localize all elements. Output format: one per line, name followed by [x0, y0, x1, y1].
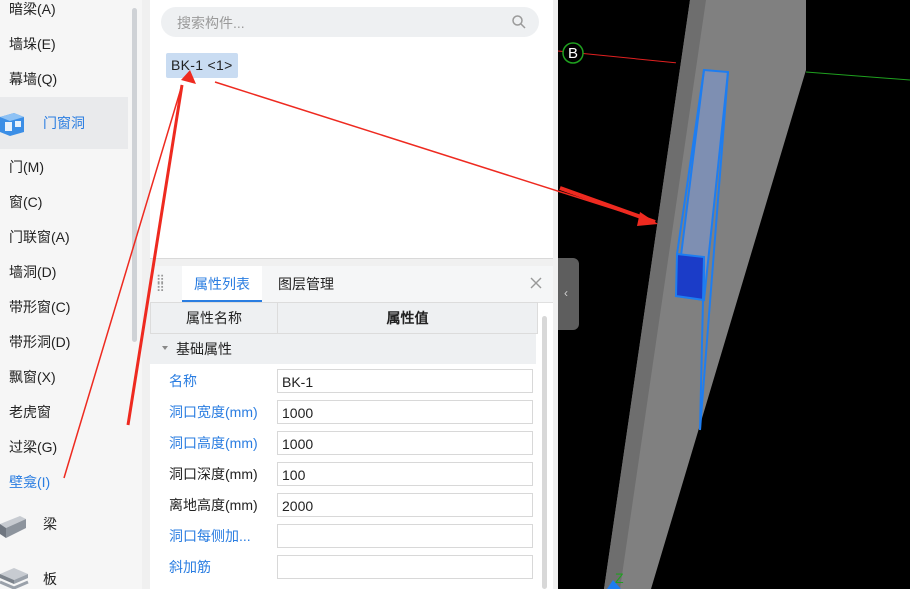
beam-icon [0, 510, 32, 540]
table-row: 洞口宽度(mm) 1000 [150, 397, 536, 428]
collapse-triangle-icon[interactable] [162, 346, 168, 350]
slab-icon [0, 562, 32, 589]
axis-marker-label: B [568, 45, 578, 62]
3d-viewport[interactable]: B Z [558, 0, 910, 589]
search-box[interactable] [161, 7, 539, 37]
tree-item-strip-window[interactable]: 带形窗(C) [9, 297, 70, 317]
table-row: 洞口高度(mm) 1000 [150, 428, 536, 459]
collapse-panel-button[interactable]: ‹ [558, 258, 579, 330]
component-tree-sidebar: 暗梁(A) 墙垛(E) 幕墙(Q) 门窗洞 门(M) 窗(C) 门联窗(A) 墙… [0, 0, 142, 589]
tree-group-slab[interactable]: 板 [0, 552, 128, 589]
property-value-field[interactable]: 1000 [277, 400, 533, 424]
tree-item-lintel[interactable]: 过梁(G) [9, 437, 57, 457]
property-value-field[interactable]: 100 [277, 462, 533, 486]
property-name: 名称 [169, 373, 197, 389]
property-name: 洞口宽度(mm) [169, 404, 258, 420]
property-value-field[interactable]: 1000 [277, 431, 533, 455]
property-value-field[interactable] [277, 524, 533, 548]
sidebar-scrollbar[interactable] [132, 8, 137, 342]
tree-group-label: 门窗洞 [43, 115, 85, 131]
property-name: 洞口深度(mm) [169, 466, 258, 482]
search-input[interactable] [175, 13, 499, 33]
drag-handle-icon[interactable]: ⠿ ⠿ [156, 274, 166, 294]
tree-item-hidden-beam[interactable]: 暗梁(A) [9, 0, 56, 19]
z-axis-label: Z [615, 570, 624, 586]
niche-bottom-face [674, 252, 705, 302]
tree-item-wall-hole[interactable]: 墙洞(D) [9, 262, 56, 282]
tree-group-label: 梁 [43, 516, 57, 532]
properties-header: ⠿ ⠿ 属性列表 图层管理 [150, 266, 553, 303]
search-icon[interactable] [511, 14, 527, 30]
tree-item-curtain-wall[interactable]: 幕墙(Q) [9, 69, 57, 89]
properties-panel: ⠿ ⠿ 属性列表 图层管理 属性名称 属性值 基础属性 名称 BK-1 洞口宽度… [150, 266, 553, 589]
column-header-value: 属性值 [386, 310, 429, 326]
tree-item-strip-hole[interactable]: 带形洞(D) [9, 332, 70, 352]
properties-scrollbar[interactable] [542, 316, 547, 589]
tree-group-label: 板 [43, 571, 57, 587]
table-header: 属性名称 属性值 [150, 302, 538, 334]
tree-item-dormer-window[interactable]: 老虎窗 [9, 402, 51, 422]
table-row: 洞口深度(mm) 100 [150, 459, 536, 490]
tree-item-wall-pier[interactable]: 墙垛(E) [9, 34, 56, 54]
table-row: 名称 BK-1 [150, 366, 536, 397]
close-icon[interactable] [529, 276, 543, 290]
tree-item-niche[interactable]: 壁龛(I) [9, 472, 50, 492]
property-name: 洞口高度(mm) [169, 435, 258, 451]
component-list-panel: BK-1 <1> [150, 0, 553, 259]
tree-group-door-window-opening[interactable]: 门窗洞 [0, 97, 128, 149]
column-header-name: 属性名称 [151, 303, 278, 333]
property-group-label: 基础属性 [176, 341, 232, 357]
property-name: 斜加筋 [169, 559, 211, 575]
property-value-field[interactable] [277, 555, 533, 579]
table-row: 离地高度(mm) 2000 [150, 490, 536, 521]
tree-item-door[interactable]: 门(M) [9, 157, 44, 177]
tree-item-bay-window[interactable]: 飘窗(X) [9, 367, 56, 387]
table-row: 洞口每侧加... [150, 521, 536, 552]
3d-scene: B Z [558, 0, 910, 589]
table-row: 斜加筋 [150, 552, 536, 583]
property-value-field[interactable]: BK-1 [277, 369, 533, 393]
component-panel: BK-1 <1> ⠿⠿ 属性列表 图层管理 属性名称 属性值 基础属性 [142, 0, 558, 589]
property-group-basic[interactable]: 基础属性 [150, 334, 536, 364]
property-name: 离地高度(mm) [169, 497, 258, 513]
tab-layer-management[interactable]: 图层管理 [278, 266, 334, 302]
chevron-left-icon: ‹ [564, 286, 568, 300]
tree-item-door-window[interactable]: 门联窗(A) [9, 227, 70, 247]
door-window-opening-icon [0, 108, 32, 138]
property-name: 洞口每侧加... [169, 528, 251, 544]
green-axis-line [805, 71, 910, 81]
tab-property-list[interactable]: 属性列表 [182, 266, 262, 302]
property-value-field[interactable]: 2000 [277, 493, 533, 517]
component-list-item[interactable]: BK-1 <1> [166, 53, 238, 78]
tree-group-beam[interactable]: 梁 [0, 500, 128, 548]
tree-item-window[interactable]: 窗(C) [9, 192, 42, 212]
